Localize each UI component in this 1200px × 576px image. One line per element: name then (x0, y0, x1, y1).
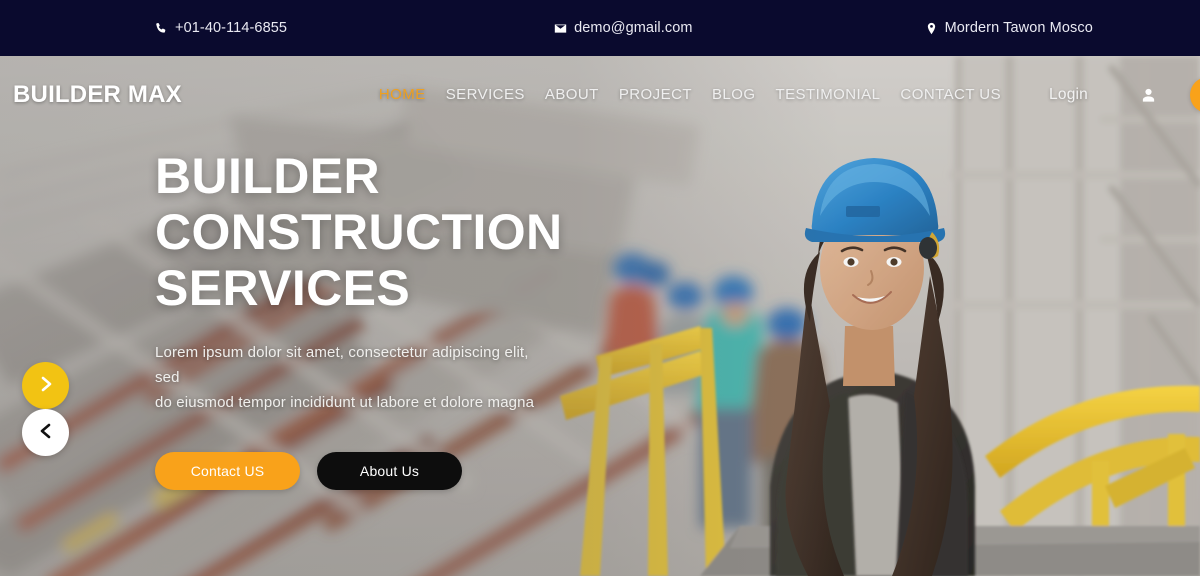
nav-item-about[interactable]: ABOUT (535, 86, 609, 103)
nav-item-project[interactable]: PROJECT (609, 86, 702, 103)
topbar-email[interactable]: demo@gmail.com (554, 20, 692, 36)
phone-icon (155, 22, 168, 36)
nav-item-testimonial[interactable]: TESTIMONIAL (765, 86, 890, 103)
hero-subtitle-line-1: Lorem ipsum dolor sit amet, consectetur … (155, 344, 529, 386)
top-contact-bar-inner: +01-40-114-6855 demo@gmail.com Mordern T… (0, 20, 1200, 36)
topbar-phone-text: +01-40-114-6855 (175, 20, 288, 36)
map-pin-icon (925, 22, 938, 36)
hero-title-line-2: CONSTRUCTION (155, 204, 563, 260)
hero-content: BUILDER CONSTRUCTION SERVICES Lorem ipsu… (155, 148, 755, 490)
envelope-icon (554, 22, 567, 36)
topbar-email-text: demo@gmail.com (574, 20, 693, 36)
about-us-button[interactable]: About Us (317, 452, 462, 490)
nav-links: HOME SERVICES ABOUT PROJECT BLOG TESTIMO… (369, 86, 1011, 103)
topbar-location-text: Mordern Tawon Mosco (944, 20, 1093, 36)
main-navigation: BUILDER MAX HOME SERVICES ABOUT PROJECT … (0, 56, 1200, 133)
nav-item-blog[interactable]: BLOG (702, 86, 765, 103)
hero-subtitle: Lorem ipsum dolor sit amet, consectetur … (155, 340, 555, 415)
nav-item-contact-us[interactable]: CONTACT US (890, 86, 1011, 103)
get-a-quote-button[interactable]: GET A QUOTE (1189, 76, 1200, 113)
topbar-phone[interactable]: +01-40-114-6855 (155, 20, 287, 36)
contact-us-button[interactable]: Contact US (155, 452, 300, 490)
hero-title-line-3: SERVICES (155, 260, 411, 316)
hero-buttons: Contact US About Us (155, 452, 755, 490)
chevron-right-icon (38, 374, 54, 397)
topbar-location[interactable]: Mordern Tawon Mosco (925, 20, 1093, 36)
login-link[interactable]: Login (1043, 86, 1094, 104)
user-icon[interactable] (1141, 86, 1156, 104)
top-contact-bar: +01-40-114-6855 demo@gmail.com Mordern T… (0, 0, 1200, 56)
hero-title-line-1: BUILDER (155, 148, 381, 204)
carousel-prev-button[interactable] (22, 409, 69, 456)
chevron-left-icon (38, 421, 54, 444)
site-logo[interactable]: BUILDER MAX (13, 81, 182, 109)
hero-title: BUILDER CONSTRUCTION SERVICES (155, 148, 755, 316)
nav-item-home[interactable]: HOME (369, 86, 436, 103)
carousel-next-button[interactable] (22, 362, 69, 409)
hero-subtitle-line-2: do eiusmod tempor incididunt ut labore e… (155, 394, 535, 411)
nav-item-services[interactable]: SERVICES (436, 86, 535, 103)
hero-section: BUILDER MAX HOME SERVICES ABOUT PROJECT … (0, 56, 1200, 576)
